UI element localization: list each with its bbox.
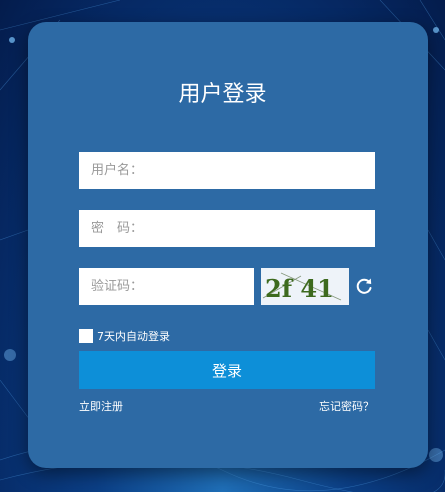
remember-label: 7天内自动登录 <box>97 330 170 343</box>
login-button[interactable]: 登录 <box>79 351 375 389</box>
captcha-image[interactable]: 2f 41 <box>261 268 349 305</box>
forgot-password-link[interactable]: 忘记密码？ <box>319 398 374 414</box>
username-input[interactable] <box>79 152 375 189</box>
password-input[interactable] <box>79 210 375 247</box>
remember-checkbox[interactable] <box>79 329 93 343</box>
captcha-input[interactable] <box>79 268 254 305</box>
refresh-icon[interactable] <box>354 276 374 296</box>
remember-me-toggle[interactable]: 7天内自动登录 <box>79 328 170 344</box>
register-link[interactable]: 立即注册 <box>79 398 123 414</box>
page-title: 用户登录 <box>178 82 267 107</box>
svg-text:2f 41: 2f 41 <box>265 274 334 303</box>
